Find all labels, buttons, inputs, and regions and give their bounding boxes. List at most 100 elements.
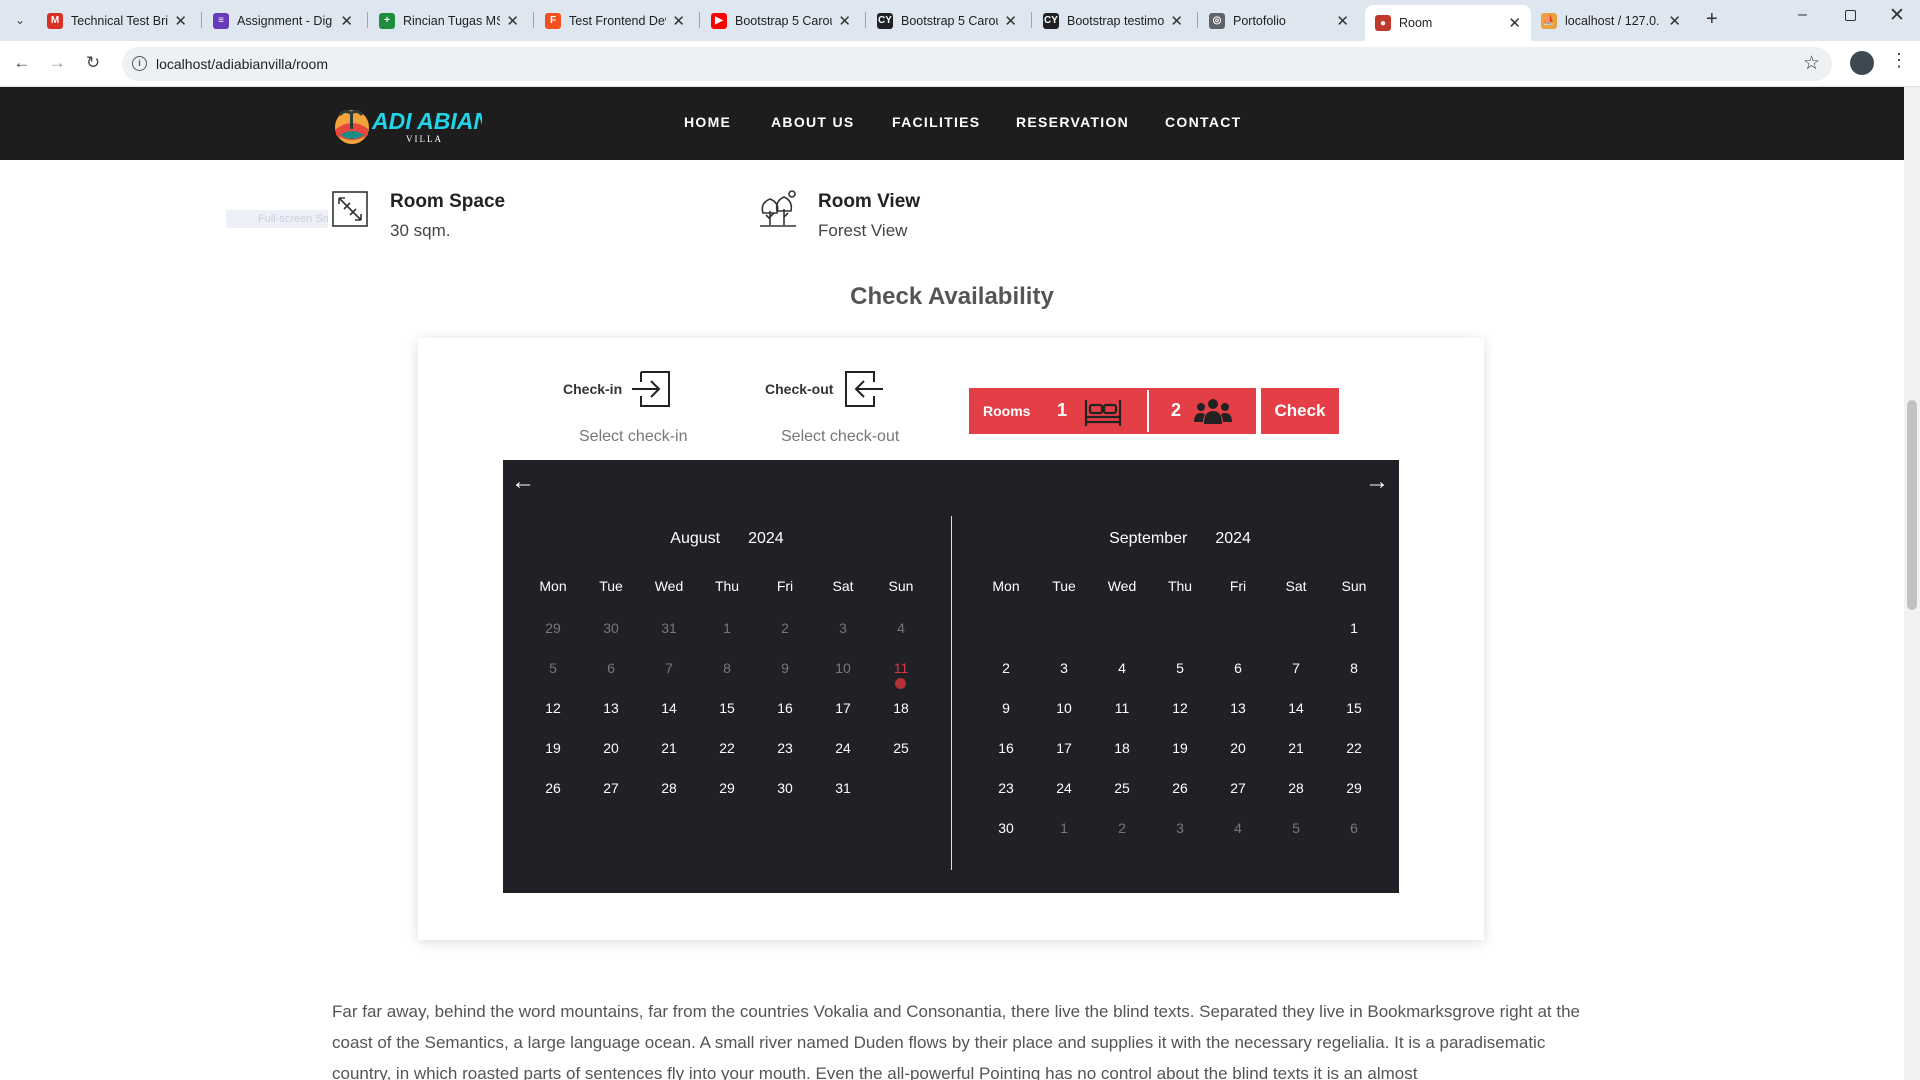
minimize-icon[interactable]: –: [1798, 6, 1807, 24]
nav-facilities[interactable]: FACILITIES: [892, 114, 980, 130]
calendar-day[interactable]: 25: [1093, 780, 1151, 820]
close-tab-icon[interactable]: ✕: [1336, 12, 1349, 30]
calendar-day[interactable]: 19: [524, 740, 582, 780]
browser-tab[interactable]: ◎ Portofolio ✕: [1199, 6, 1359, 35]
prev-month-arrow-icon[interactable]: ←: [511, 468, 535, 496]
calendar-day[interactable]: 31: [640, 620, 698, 660]
browser-tab[interactable]: CY Bootstrap 5 Carou ✕: [867, 6, 1027, 35]
browser-tab[interactable]: M Technical Test Brie ✕: [37, 6, 197, 35]
calendar-day[interactable]: 11: [1093, 700, 1151, 740]
calendar-day[interactable]: 15: [698, 700, 756, 740]
close-tab-icon[interactable]: ✕: [838, 12, 851, 30]
calendar-day[interactable]: 12: [524, 700, 582, 740]
calendar-day[interactable]: 22: [1325, 740, 1383, 780]
close-tab-icon[interactable]: ✕: [1170, 12, 1183, 30]
month-year[interactable]: 2024: [1215, 530, 1251, 548]
calendar-day[interactable]: 15: [1325, 700, 1383, 740]
checkin-input[interactable]: Select check-in: [579, 428, 688, 446]
calendar-day[interactable]: 5: [1267, 820, 1325, 860]
calendar-day[interactable]: 12: [1151, 700, 1209, 740]
back-arrow-icon[interactable]: ←: [10, 51, 34, 75]
calendar-day[interactable]: 6: [582, 660, 640, 700]
close-tab-icon[interactable]: ✕: [672, 12, 685, 30]
browser-tab[interactable]: ⛵ localhost / 127.0. ✕: [1531, 6, 1691, 35]
calendar-day[interactable]: 13: [1209, 700, 1267, 740]
page-scrollbar[interactable]: [1904, 87, 1920, 1080]
calendar-day[interactable]: 17: [814, 700, 872, 740]
window-close-icon[interactable]: ✕: [1889, 4, 1905, 27]
forward-arrow-icon[interactable]: →: [45, 51, 69, 75]
close-tab-icon[interactable]: ✕: [340, 12, 353, 30]
calendar-day[interactable]: 4: [872, 620, 930, 660]
calendar-day[interactable]: 21: [640, 740, 698, 780]
close-tab-icon[interactable]: ✕: [1508, 14, 1521, 32]
calendar-day[interactable]: 6: [1325, 820, 1383, 860]
month-year[interactable]: 2024: [748, 530, 784, 548]
restore-icon[interactable]: [1845, 10, 1856, 21]
calendar-day[interactable]: 1: [1325, 620, 1383, 660]
calendar-day[interactable]: 9: [756, 660, 814, 700]
close-tab-icon[interactable]: ✕: [174, 12, 187, 30]
calendar-day[interactable]: 23: [977, 780, 1035, 820]
calendar-day[interactable]: 16: [977, 740, 1035, 780]
nav-contact[interactable]: CONTACT: [1165, 114, 1242, 130]
nav-about-us[interactable]: ABOUT US: [771, 114, 855, 130]
calendar-day[interactable]: 27: [582, 780, 640, 820]
calendar-day[interactable]: 3: [1035, 660, 1093, 700]
logout-arrow-icon[interactable]: [842, 368, 884, 410]
site-logo[interactable]: ADI ABIAN VILLA: [332, 105, 482, 145]
calendar-day[interactable]: 28: [640, 780, 698, 820]
checkout-input[interactable]: Select check-out: [781, 428, 899, 446]
calendar-day[interactable]: 29: [524, 620, 582, 660]
calendar-day[interactable]: 1: [698, 620, 756, 660]
calendar-day[interactable]: 14: [640, 700, 698, 740]
rooms-guests-selector[interactable]: Rooms 1 2: [969, 388, 1256, 434]
browser-tab[interactable]: F Test Frontend Dev ✕: [535, 6, 695, 35]
calendar-day[interactable]: 20: [582, 740, 640, 780]
calendar-day[interactable]: 21: [1267, 740, 1325, 780]
calendar-day[interactable]: 1: [1035, 820, 1093, 860]
calendar-day-today[interactable]: 11: [872, 660, 930, 700]
browser-menu-icon[interactable]: ⋮: [1890, 50, 1908, 71]
calendar-day[interactable]: 10: [1035, 700, 1093, 740]
calendar-day[interactable]: 4: [1093, 660, 1151, 700]
calendar-day[interactable]: 27: [1209, 780, 1267, 820]
bookmark-star-icon[interactable]: ☆: [1803, 52, 1820, 75]
calendar-day[interactable]: 30: [756, 780, 814, 820]
rooms-count[interactable]: 1: [1057, 400, 1067, 421]
nav-home[interactable]: HOME: [684, 114, 731, 130]
calendar-day[interactable]: 3: [1151, 820, 1209, 860]
calendar-day[interactable]: 2: [977, 660, 1035, 700]
calendar-day[interactable]: 6: [1209, 660, 1267, 700]
login-arrow-icon[interactable]: [631, 368, 673, 410]
calendar-day[interactable]: 14: [1267, 700, 1325, 740]
tab-search-icon[interactable]: ⌄: [8, 8, 32, 32]
calendar-day[interactable]: 5: [1151, 660, 1209, 700]
calendar-day[interactable]: 25: [872, 740, 930, 780]
calendar-day[interactable]: 13: [582, 700, 640, 740]
new-tab-button[interactable]: +: [1706, 8, 1718, 31]
calendar-day[interactable]: 3: [814, 620, 872, 660]
calendar-day[interactable]: 18: [1093, 740, 1151, 780]
reload-icon[interactable]: ↻: [81, 51, 105, 75]
calendar-day[interactable]: 24: [814, 740, 872, 780]
browser-tab[interactable]: ≡ Assignment - Dig ✕: [203, 6, 363, 35]
close-tab-icon[interactable]: ✕: [506, 12, 519, 30]
calendar-day[interactable]: 23: [756, 740, 814, 780]
calendar-day[interactable]: 30: [977, 820, 1035, 860]
calendar-day[interactable]: 28: [1267, 780, 1325, 820]
calendar-day[interactable]: 5: [524, 660, 582, 700]
calendar-day[interactable]: 20: [1209, 740, 1267, 780]
calendar-day[interactable]: 2: [756, 620, 814, 660]
calendar-day[interactable]: 18: [872, 700, 930, 740]
scrollbar-thumb[interactable]: [1907, 400, 1917, 610]
calendar-day[interactable]: 7: [640, 660, 698, 700]
next-month-arrow-icon[interactable]: →: [1365, 468, 1389, 496]
calendar-day[interactable]: 19: [1151, 740, 1209, 780]
close-tab-icon[interactable]: ✕: [1668, 12, 1681, 30]
calendar-day[interactable]: 24: [1035, 780, 1093, 820]
browser-tab[interactable]: ▶ Bootstrap 5 Carou ✕: [701, 6, 861, 35]
calendar-day[interactable]: 4: [1209, 820, 1267, 860]
nav-reservation[interactable]: RESERVATION: [1016, 114, 1129, 130]
calendar-day[interactable]: 22: [698, 740, 756, 780]
